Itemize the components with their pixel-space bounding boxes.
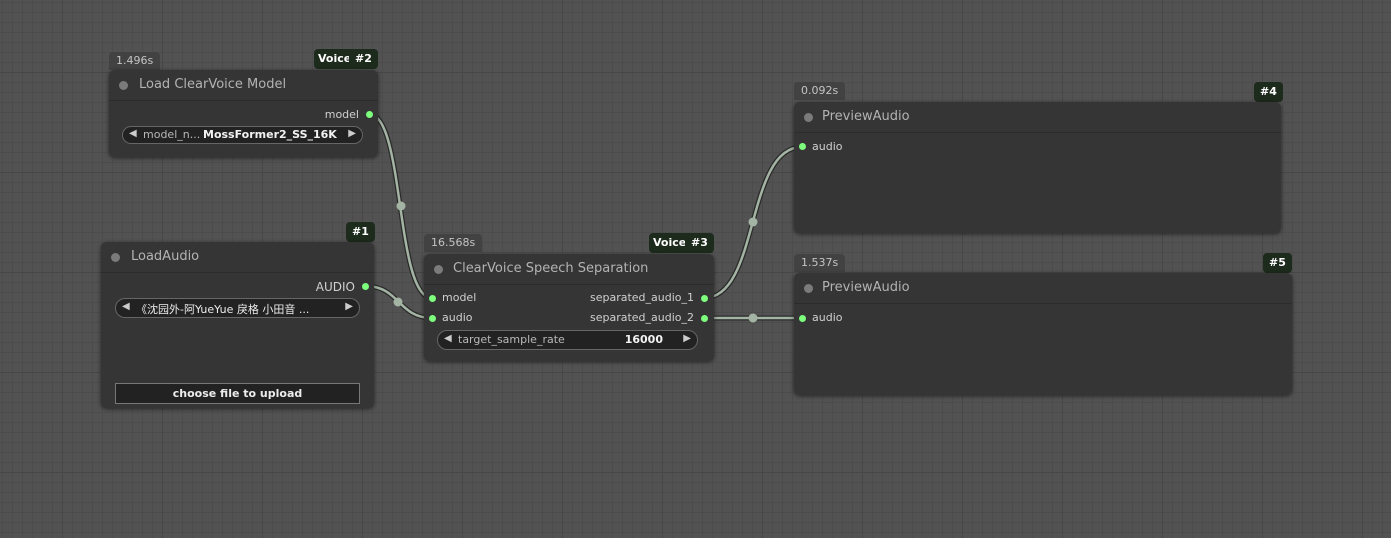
decrement-arrow-icon[interactable]: ◀ bbox=[444, 333, 452, 344]
execution-time-badge: 0.092s bbox=[794, 82, 846, 100]
output-slot-separated-audio-2[interactable] bbox=[701, 315, 708, 322]
input-label-audio: audio bbox=[812, 140, 843, 153]
node-title: PreviewAudio bbox=[822, 280, 910, 295]
clearvoice-speech-separation-node[interactable]: ClearVoice Speech Separation model audio… bbox=[424, 254, 714, 361]
input-label-model: model bbox=[442, 291, 477, 304]
collapse-dot-icon[interactable] bbox=[804, 113, 813, 122]
node-id-badge: #3 bbox=[685, 233, 714, 253]
node-id-badge: #1 bbox=[346, 222, 375, 242]
decrement-arrow-icon[interactable]: ◀ bbox=[122, 301, 130, 312]
output-slot-audio[interactable] bbox=[362, 283, 369, 290]
decrement-arrow-icon[interactable]: ◀ bbox=[129, 128, 137, 139]
group-tag-badge: Voice bbox=[649, 233, 689, 253]
increment-arrow-icon[interactable]: ▶ bbox=[683, 333, 691, 344]
output-label-model: model bbox=[324, 108, 359, 121]
input-slot-audio[interactable] bbox=[429, 315, 436, 322]
widget-name: target_sample_rate bbox=[458, 333, 565, 346]
load-clearvoice-model-node[interactable]: Load ClearVoice Model model ◀ model_n...… bbox=[109, 70, 378, 157]
output-label-separated-audio-2: separated_audio_2 bbox=[589, 311, 694, 324]
group-tag-badge: Voice bbox=[314, 49, 352, 69]
link-midpoint bbox=[393, 297, 403, 307]
node-header[interactable]: Load ClearVoice Model bbox=[109, 70, 378, 101]
widget-name: model_n... bbox=[143, 128, 201, 141]
input-label-audio: audio bbox=[812, 311, 843, 324]
input-slot-audio[interactable] bbox=[799, 315, 806, 322]
widget-value: 16000 bbox=[624, 333, 663, 346]
node-id-badge: #5 bbox=[1263, 253, 1292, 273]
load-audio-node[interactable]: LoadAudio AUDIO ◀ 《沈园外-阿YueYue 戾格 小田音 ..… bbox=[101, 242, 374, 408]
execution-time-badge: 16.568s bbox=[424, 234, 483, 252]
output-label-audio: AUDIO bbox=[315, 280, 355, 294]
node-title: ClearVoice Speech Separation bbox=[453, 261, 649, 276]
link-midpoint bbox=[748, 313, 758, 323]
node-title: Load ClearVoice Model bbox=[139, 77, 287, 92]
link-midpoint bbox=[396, 201, 406, 211]
widget-value: 《沈园外-阿YueYue 戾格 小田音 ... bbox=[136, 303, 310, 316]
input-label-audio: audio bbox=[442, 311, 473, 324]
collapse-dot-icon[interactable] bbox=[804, 284, 813, 293]
collapse-dot-icon[interactable] bbox=[119, 81, 128, 90]
node-header[interactable]: PreviewAudio bbox=[794, 273, 1292, 304]
preview-audio-node-4[interactable]: PreviewAudio audio bbox=[794, 102, 1281, 233]
input-slot-audio[interactable] bbox=[799, 143, 806, 150]
node-title: LoadAudio bbox=[131, 249, 200, 264]
input-slot-model[interactable] bbox=[429, 295, 436, 302]
node-id-badge: #2 bbox=[349, 49, 378, 69]
node-title: PreviewAudio bbox=[822, 109, 910, 124]
execution-time-badge: 1.496s bbox=[109, 52, 161, 70]
collapse-dot-icon[interactable] bbox=[111, 253, 120, 262]
output-slot-model[interactable] bbox=[366, 111, 373, 118]
preview-audio-node-5[interactable]: PreviewAudio audio bbox=[794, 273, 1292, 395]
execution-time-badge: 1.537s bbox=[794, 254, 846, 272]
choose-file-upload-button[interactable]: choose file to upload bbox=[115, 383, 360, 404]
target-sample-rate-number[interactable]: ◀ target_sample_rate 16000 ▶ bbox=[437, 330, 698, 350]
node-header[interactable]: ClearVoice Speech Separation bbox=[424, 254, 714, 285]
output-label-separated-audio-1: separated_audio_1 bbox=[589, 291, 694, 304]
increment-arrow-icon[interactable]: ▶ bbox=[345, 301, 353, 312]
collapse-dot-icon[interactable] bbox=[434, 265, 443, 274]
widget-value: MossFormer2_SS_16K bbox=[203, 128, 337, 141]
node-id-badge: #4 bbox=[1254, 82, 1283, 102]
output-slot-separated-audio-1[interactable] bbox=[701, 295, 708, 302]
audio-file-combo[interactable]: ◀ 《沈园外-阿YueYue 戾格 小田音 ... ▶ bbox=[115, 298, 360, 318]
link-midpoint bbox=[748, 217, 758, 227]
node-header[interactable]: PreviewAudio bbox=[794, 102, 1281, 133]
model-name-combo[interactable]: ◀ model_n... MossFormer2_SS_16K ▶ bbox=[122, 126, 363, 144]
increment-arrow-icon[interactable]: ▶ bbox=[348, 128, 356, 139]
node-header[interactable]: LoadAudio bbox=[101, 242, 374, 273]
